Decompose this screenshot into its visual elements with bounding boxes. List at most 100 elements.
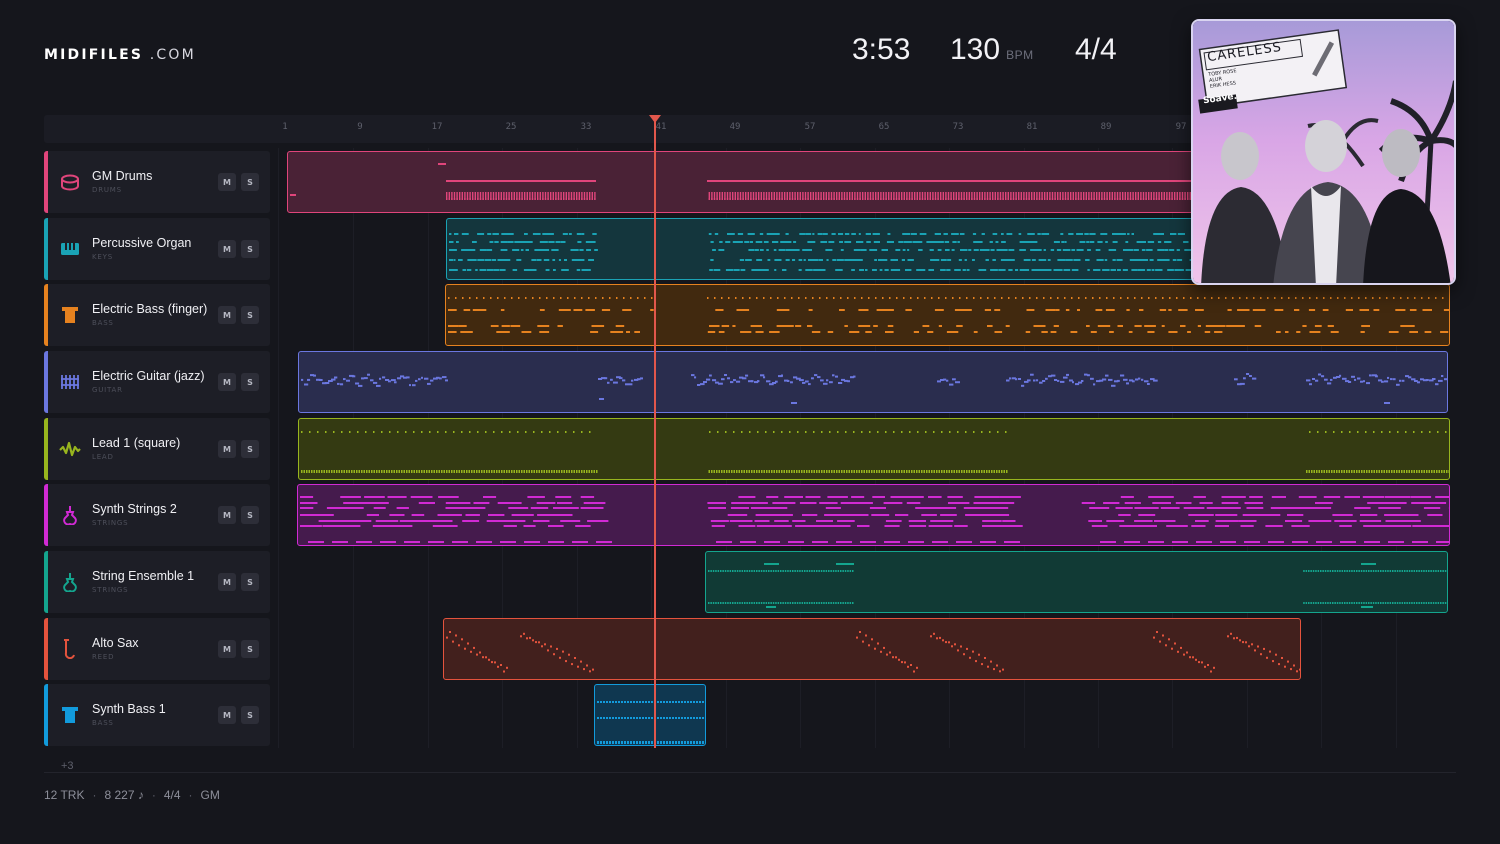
file-summary: 12 TRK · 8 227 ♪ · 4/4 · GM [44, 788, 220, 802]
site-logo[interactable]: MIDIFILES .COM [44, 47, 196, 63]
logo-tld: .COM [149, 47, 196, 63]
track-header[interactable]: Electric Guitar (jazz) GUITAR M S [44, 351, 270, 413]
note-count: 8 227 ♪ [104, 788, 144, 802]
track-color-bar [44, 618, 48, 680]
track-header[interactable]: Lead 1 (square) LEAD M S [44, 418, 270, 480]
album-cover: CARELESS TOBY ROSE ALUR ERIK HESS Soave. [1191, 19, 1456, 285]
solo-button[interactable]: S [241, 240, 259, 258]
footer-divider [44, 772, 1456, 773]
solo-button[interactable]: S [241, 306, 259, 324]
track-color-bar [44, 151, 48, 213]
bar-marker: 1 [282, 122, 288, 132]
note-pattern [446, 631, 1300, 673]
time-signature-value: 4/4 [1075, 33, 1117, 66]
keyboard-icon [59, 238, 81, 260]
bar-marker: 65 [878, 122, 890, 132]
track-header[interactable]: Percussive Organ KEYS M S [44, 218, 270, 280]
waveform-icon [59, 438, 81, 460]
track-name: Alto Sax [92, 636, 139, 650]
bar-marker: 73 [952, 122, 964, 132]
mute-button[interactable]: M [218, 440, 236, 458]
track-name: Percussive Organ [92, 236, 192, 250]
time-signature-display: 4/4 [1075, 33, 1117, 67]
note-pattern [708, 563, 1447, 608]
saxophone-icon [59, 638, 81, 660]
track-name: Electric Bass (finger) [92, 302, 208, 316]
track-header[interactable]: Electric Bass (finger) BASS M S [44, 284, 270, 346]
mute-button[interactable]: M [218, 373, 236, 391]
solo-button[interactable]: S [241, 640, 259, 658]
track-header[interactable]: GM Drums DRUMS M S [44, 151, 270, 213]
solo-button[interactable]: S [241, 373, 259, 391]
bar-marker: 33 [580, 122, 592, 132]
bar-marker: 9 [357, 122, 363, 132]
note-pattern [448, 297, 1449, 333]
midi-clip[interactable] [445, 284, 1450, 346]
note-pattern [300, 496, 1449, 543]
track-color-bar [44, 551, 48, 613]
track-category: KEYS [92, 253, 113, 261]
track-category: DRUMS [92, 186, 122, 194]
mute-button[interactable]: M [218, 706, 236, 724]
playhead-handle[interactable] [649, 115, 661, 123]
track-name: Synth Strings 2 [92, 502, 177, 516]
midi-clip[interactable] [705, 551, 1448, 613]
solo-button[interactable]: S [241, 706, 259, 724]
note-pattern [597, 701, 704, 744]
duration-display: 3:53 [852, 33, 910, 67]
mute-button[interactable]: M [218, 573, 236, 591]
track-category: STRINGS [92, 586, 129, 594]
bpm-value: 130 [950, 33, 1001, 66]
bar-marker: 81 [1026, 122, 1038, 132]
solo-button[interactable]: S [241, 506, 259, 524]
bar-marker: 49 [729, 122, 741, 132]
track-category: REED [92, 653, 115, 661]
track-color-bar [44, 684, 48, 746]
track-color-bar [44, 284, 48, 346]
bpm-unit: BPM [1006, 48, 1034, 62]
track-header[interactable]: Synth Strings 2 STRINGS M S [44, 484, 270, 546]
track-category: BASS [92, 719, 114, 727]
grid-line [278, 148, 279, 748]
more-tracks-indicator[interactable]: +3 [61, 760, 74, 772]
track-category: BASS [92, 319, 114, 327]
solo-button[interactable]: S [241, 173, 259, 191]
track-header[interactable]: Alto Sax REED M S [44, 618, 270, 680]
track-header[interactable]: String Ensemble 1 STRINGS M S [44, 551, 270, 613]
midi-standard: GM [200, 788, 220, 802]
drum-icon [59, 171, 81, 193]
mute-button[interactable]: M [218, 173, 236, 191]
midi-clip[interactable] [443, 618, 1301, 680]
track-name: GM Drums [92, 169, 153, 183]
track-name: String Ensemble 1 [92, 569, 195, 583]
track-color-bar [44, 218, 48, 280]
track-name: Synth Bass 1 [92, 702, 166, 716]
midi-clip[interactable] [298, 418, 1450, 480]
note-pattern [301, 431, 1449, 473]
violin-icon [59, 504, 81, 526]
bass-amp-icon [59, 304, 81, 326]
mute-button[interactable]: M [218, 640, 236, 658]
bar-marker: 41 [655, 122, 667, 132]
solo-button[interactable]: S [241, 440, 259, 458]
track-color-bar [44, 484, 48, 546]
mute-button[interactable]: M [218, 306, 236, 324]
mute-button[interactable]: M [218, 240, 236, 258]
bar-marker: 89 [1100, 122, 1112, 132]
midi-clip[interactable] [297, 484, 1450, 546]
bar-marker: 17 [431, 122, 443, 132]
bar-marker: 25 [505, 122, 517, 132]
bar-marker: 57 [804, 122, 816, 132]
midi-clip[interactable] [298, 351, 1448, 413]
footer-time-signature: 4/4 [163, 788, 181, 802]
midi-clip[interactable] [594, 684, 706, 746]
track-header[interactable]: Synth Bass 1 BASS M S [44, 684, 270, 746]
track-name: Lead 1 (square) [92, 436, 181, 450]
guitar-fretboard-icon [59, 371, 81, 393]
mute-button[interactable]: M [218, 506, 236, 524]
note-pattern [301, 373, 1447, 404]
duration-value: 3:53 [852, 33, 911, 66]
playhead[interactable] [654, 120, 656, 748]
tempo-display: 130 BPM [950, 33, 1034, 67]
solo-button[interactable]: S [241, 573, 259, 591]
